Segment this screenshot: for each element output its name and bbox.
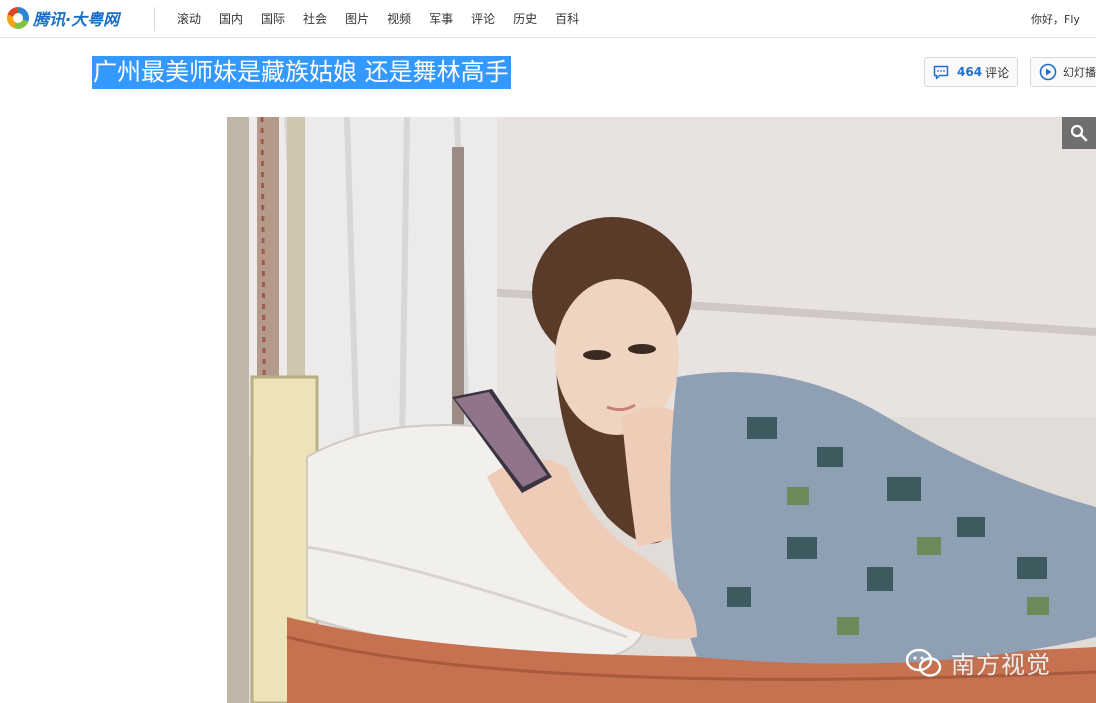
top-nav-bar: 腾讯·大粤网 滚动 国内 国际 社会 图片 视频 军事 评论 历史 百科 你好，… — [0, 0, 1096, 38]
nav-item-video[interactable]: 视频 — [387, 10, 411, 27]
play-icon — [1039, 63, 1057, 81]
nav-item-society[interactable]: 社会 — [303, 10, 327, 27]
nav-item-encyclopedia[interactable]: 百科 — [555, 10, 579, 27]
user-greeting[interactable]: 你好，Fly — [1031, 11, 1080, 27]
article-photo[interactable]: 南方视觉 — [227, 117, 1096, 703]
nav-item-international[interactable]: 国际 — [261, 10, 285, 27]
comment-icon — [933, 65, 949, 80]
channel-nav: 滚动 国内 国际 社会 图片 视频 军事 评论 历史 百科 — [177, 0, 597, 37]
nav-item-domestic[interactable]: 国内 — [219, 10, 243, 27]
photo-illustration — [227, 117, 1096, 703]
slideshow-button[interactable]: 幻灯播 — [1030, 57, 1096, 87]
nav-divider — [154, 7, 155, 31]
comments-button[interactable]: 464 评论 — [924, 57, 1018, 87]
nav-item-pictures[interactable]: 图片 — [345, 10, 369, 27]
article-title: 广州最美师妹是藏族姑娘 还是舞林高手 — [92, 56, 511, 89]
nav-item-scroll[interactable]: 滚动 — [177, 10, 201, 27]
slideshow-label: 幻灯播 — [1063, 66, 1096, 79]
site-logo-text: 腾讯·大粤网 — [33, 10, 120, 29]
search-icon — [1070, 124, 1088, 142]
tencent-logo-icon — [7, 7, 29, 29]
wechat-icon — [905, 648, 942, 677]
comment-count: 464 — [957, 65, 983, 79]
nav-item-history[interactable]: 历史 — [513, 10, 537, 27]
zoom-button[interactable] — [1062, 117, 1096, 149]
watermark-text: 南方视觉 — [951, 651, 1051, 679]
nav-item-military[interactable]: 军事 — [429, 10, 453, 27]
site-logo[interactable]: 腾讯·大粤网 — [7, 6, 119, 30]
comment-label: 评论 — [985, 65, 1010, 80]
photo-watermark: 南方视觉 — [905, 645, 1051, 680]
nav-item-commentary[interactable]: 评论 — [471, 10, 495, 27]
